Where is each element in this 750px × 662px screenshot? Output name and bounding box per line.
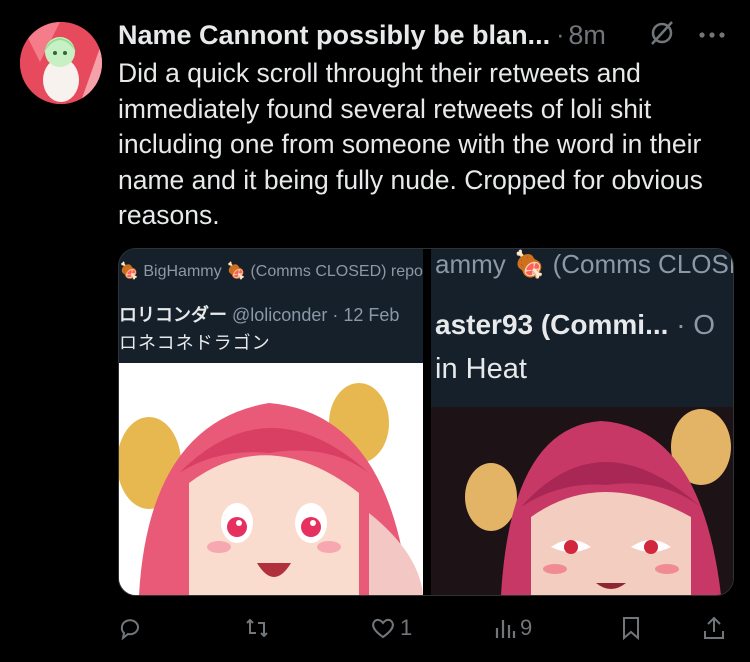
repost-user: BigHammy <box>143 263 222 280</box>
anime-illustration <box>431 407 733 595</box>
quoted-author: ロリコンダー @loliconder · 12 Feb <box>119 301 399 327</box>
separator: · <box>556 20 565 49</box>
tweet-header: Name Cannont possibly be blan... · 8m <box>118 18 738 52</box>
meat-emoji: 🍖 <box>226 263 246 280</box>
like-button[interactable]: 1 <box>370 612 412 644</box>
media-image-left[interactable]: 🍖 BigHammy 🍖 (Comms CLOSED) repos ロリコンダー… <box>119 249 431 595</box>
repost-suffix: (Comms CLOSED) repos <box>250 263 431 280</box>
more-icon[interactable] <box>698 26 726 44</box>
quoted-author: aster93 (Commi... · O <box>435 309 715 341</box>
bookmark-button[interactable] <box>620 612 642 644</box>
media-image-right[interactable]: ammy 🍖 (Comms CLOSE aster93 (Commi... · … <box>431 249 733 595</box>
grok-icon[interactable] <box>648 19 676 52</box>
views-button[interactable]: 9 <box>494 612 532 644</box>
repost-line: ammy 🍖 (Comms CLOSE <box>435 249 734 280</box>
timestamp[interactable]: 8m <box>568 20 606 51</box>
bookmark-icon <box>623 617 639 640</box>
reply-button[interactable] <box>118 612 146 644</box>
quoted-author-name: ロリコンダー <box>119 305 227 325</box>
share-icon <box>704 616 724 639</box>
avatar[interactable] <box>20 22 102 104</box>
author-name[interactable]: Name Cannont possibly be blan... <box>118 20 550 51</box>
tweet-media[interactable]: 🍖 BigHammy 🍖 (Comms CLOSED) repos ロリコンダー… <box>118 248 734 596</box>
media-divider <box>423 249 431 595</box>
repost-line: 🍖 BigHammy 🍖 (Comms CLOSED) repos <box>119 261 431 281</box>
quoted-text: ロネコネドラゴン <box>119 333 271 353</box>
action-bar: 1 9 <box>118 612 738 644</box>
share-button[interactable] <box>702 612 726 644</box>
repost-suffix: (Comms CLOSE <box>552 249 734 279</box>
meat-emoji: 🍖 <box>513 249 546 279</box>
like-count: 1 <box>400 615 413 640</box>
quoted-author-meta: · O <box>668 309 716 340</box>
views-icon <box>495 620 516 638</box>
repost-button[interactable] <box>244 612 274 644</box>
views-count: 9 <box>520 615 533 640</box>
repost-icon <box>246 618 268 638</box>
reply-icon <box>120 619 139 640</box>
quoted-text: in Heat <box>435 353 527 385</box>
repost-user: ammy <box>435 249 506 279</box>
meat-emoji: 🍖 <box>119 263 139 280</box>
tweet-text: Did a quick scroll throught their retwee… <box>118 58 703 230</box>
quoted-author-meta: @loliconder · 12 Feb <box>232 305 400 325</box>
anime-illustration <box>119 363 423 595</box>
like-icon <box>372 618 394 639</box>
quoted-author-name: aster93 (Commi... <box>435 309 669 340</box>
